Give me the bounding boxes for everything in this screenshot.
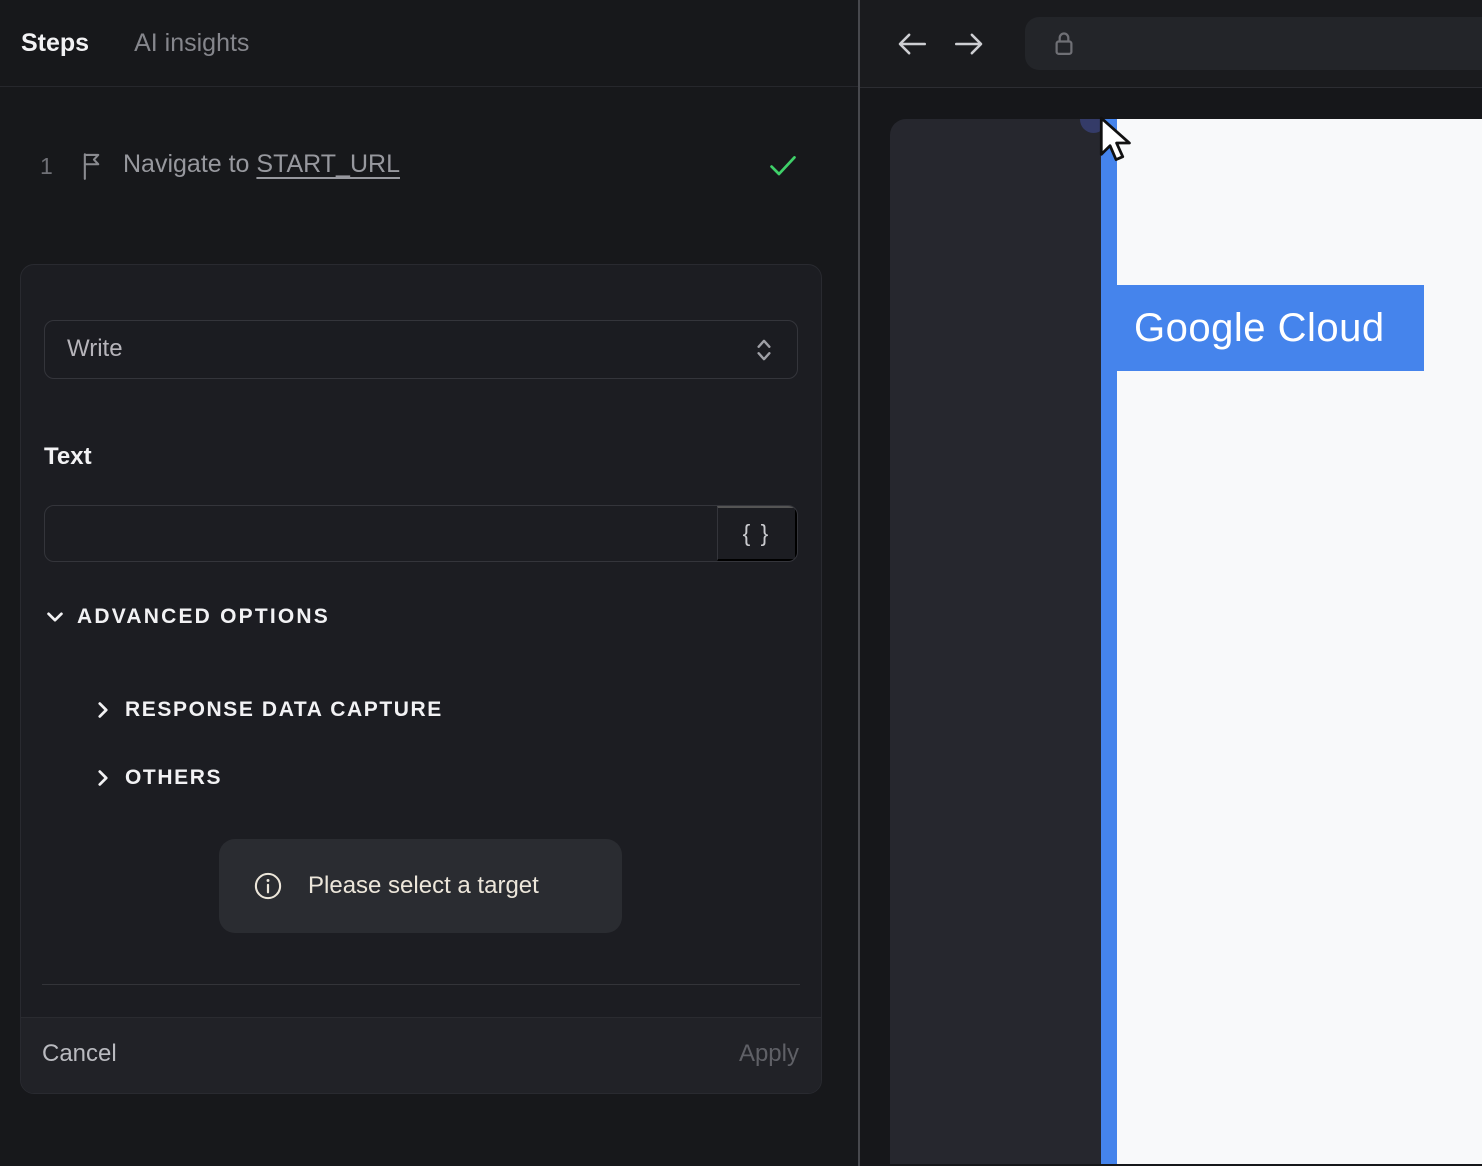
- action-select-value: Write: [67, 335, 123, 362]
- text-input-group: { }: [44, 505, 798, 562]
- select-target-notice-text: Please select a target: [308, 872, 539, 899]
- step-title-prefix: Navigate to: [123, 150, 257, 178]
- page-body: [1117, 119, 1482, 1164]
- tab-ai-insights[interactable]: AI insights: [134, 29, 249, 58]
- response-data-capture-toggle[interactable]: RESPONSE DATA CAPTURE: [92, 698, 443, 722]
- cancel-button[interactable]: Cancel: [42, 1040, 117, 1068]
- highlighted-element-stripe[interactable]: [1101, 119, 1117, 1164]
- highlighted-header-label: Google Cloud: [1134, 305, 1385, 350]
- response-data-capture-label: RESPONSE DATA CAPTURE: [125, 698, 443, 721]
- footer-divider: [42, 984, 800, 985]
- browser-preview-panel: Google Cloud: [860, 0, 1482, 1166]
- chevron-down-icon: [44, 606, 66, 628]
- step-index: 1: [40, 153, 53, 179]
- chevron-right-icon: [92, 767, 114, 789]
- action-select[interactable]: Write: [44, 320, 798, 379]
- tab-steps[interactable]: Steps: [21, 29, 89, 58]
- unfold-chevrons-icon: [751, 336, 777, 364]
- browser-toolbar: [860, 0, 1482, 88]
- text-field-label: Text: [44, 443, 92, 470]
- step-title: Navigate to START_URL: [123, 150, 400, 179]
- text-input[interactable]: [45, 506, 717, 561]
- forward-button[interactable]: [952, 27, 986, 61]
- others-toggle[interactable]: OTHERS: [92, 766, 222, 790]
- step-editor-card: Write Text { } ADVANCED OPTIONS RESPONSE…: [20, 264, 822, 1094]
- highlighted-header-element[interactable]: Google Cloud: [1101, 285, 1424, 371]
- advanced-options-toggle[interactable]: ADVANCED OPTIONS: [44, 605, 330, 629]
- steps-panel: Steps AI insights 1 Navigate to START_UR…: [0, 0, 858, 1166]
- rendered-page[interactable]: Google Cloud: [890, 119, 1482, 1164]
- check-success-icon: [767, 151, 799, 181]
- others-label: OTHERS: [125, 766, 223, 789]
- editor-footer: Cancel Apply: [21, 1017, 821, 1093]
- step-row-navigate[interactable]: 1 Navigate to START_URL: [0, 138, 858, 198]
- address-bar[interactable]: [1025, 17, 1482, 70]
- panel-tabbar: Steps AI insights: [0, 0, 858, 87]
- info-circle-icon: [253, 871, 283, 901]
- back-button[interactable]: [895, 27, 929, 61]
- start-url-link[interactable]: START_URL: [256, 150, 400, 178]
- insert-variable-button[interactable]: { }: [717, 506, 797, 561]
- browser-viewport-area: Google Cloud: [860, 88, 1482, 1166]
- apply-button[interactable]: Apply: [739, 1040, 799, 1068]
- advanced-options-label: ADVANCED OPTIONS: [77, 605, 330, 628]
- flag-icon: [79, 150, 107, 182]
- select-target-notice: Please select a target: [219, 839, 622, 933]
- chevron-right-icon: [92, 699, 114, 721]
- lock-icon: [1049, 28, 1079, 60]
